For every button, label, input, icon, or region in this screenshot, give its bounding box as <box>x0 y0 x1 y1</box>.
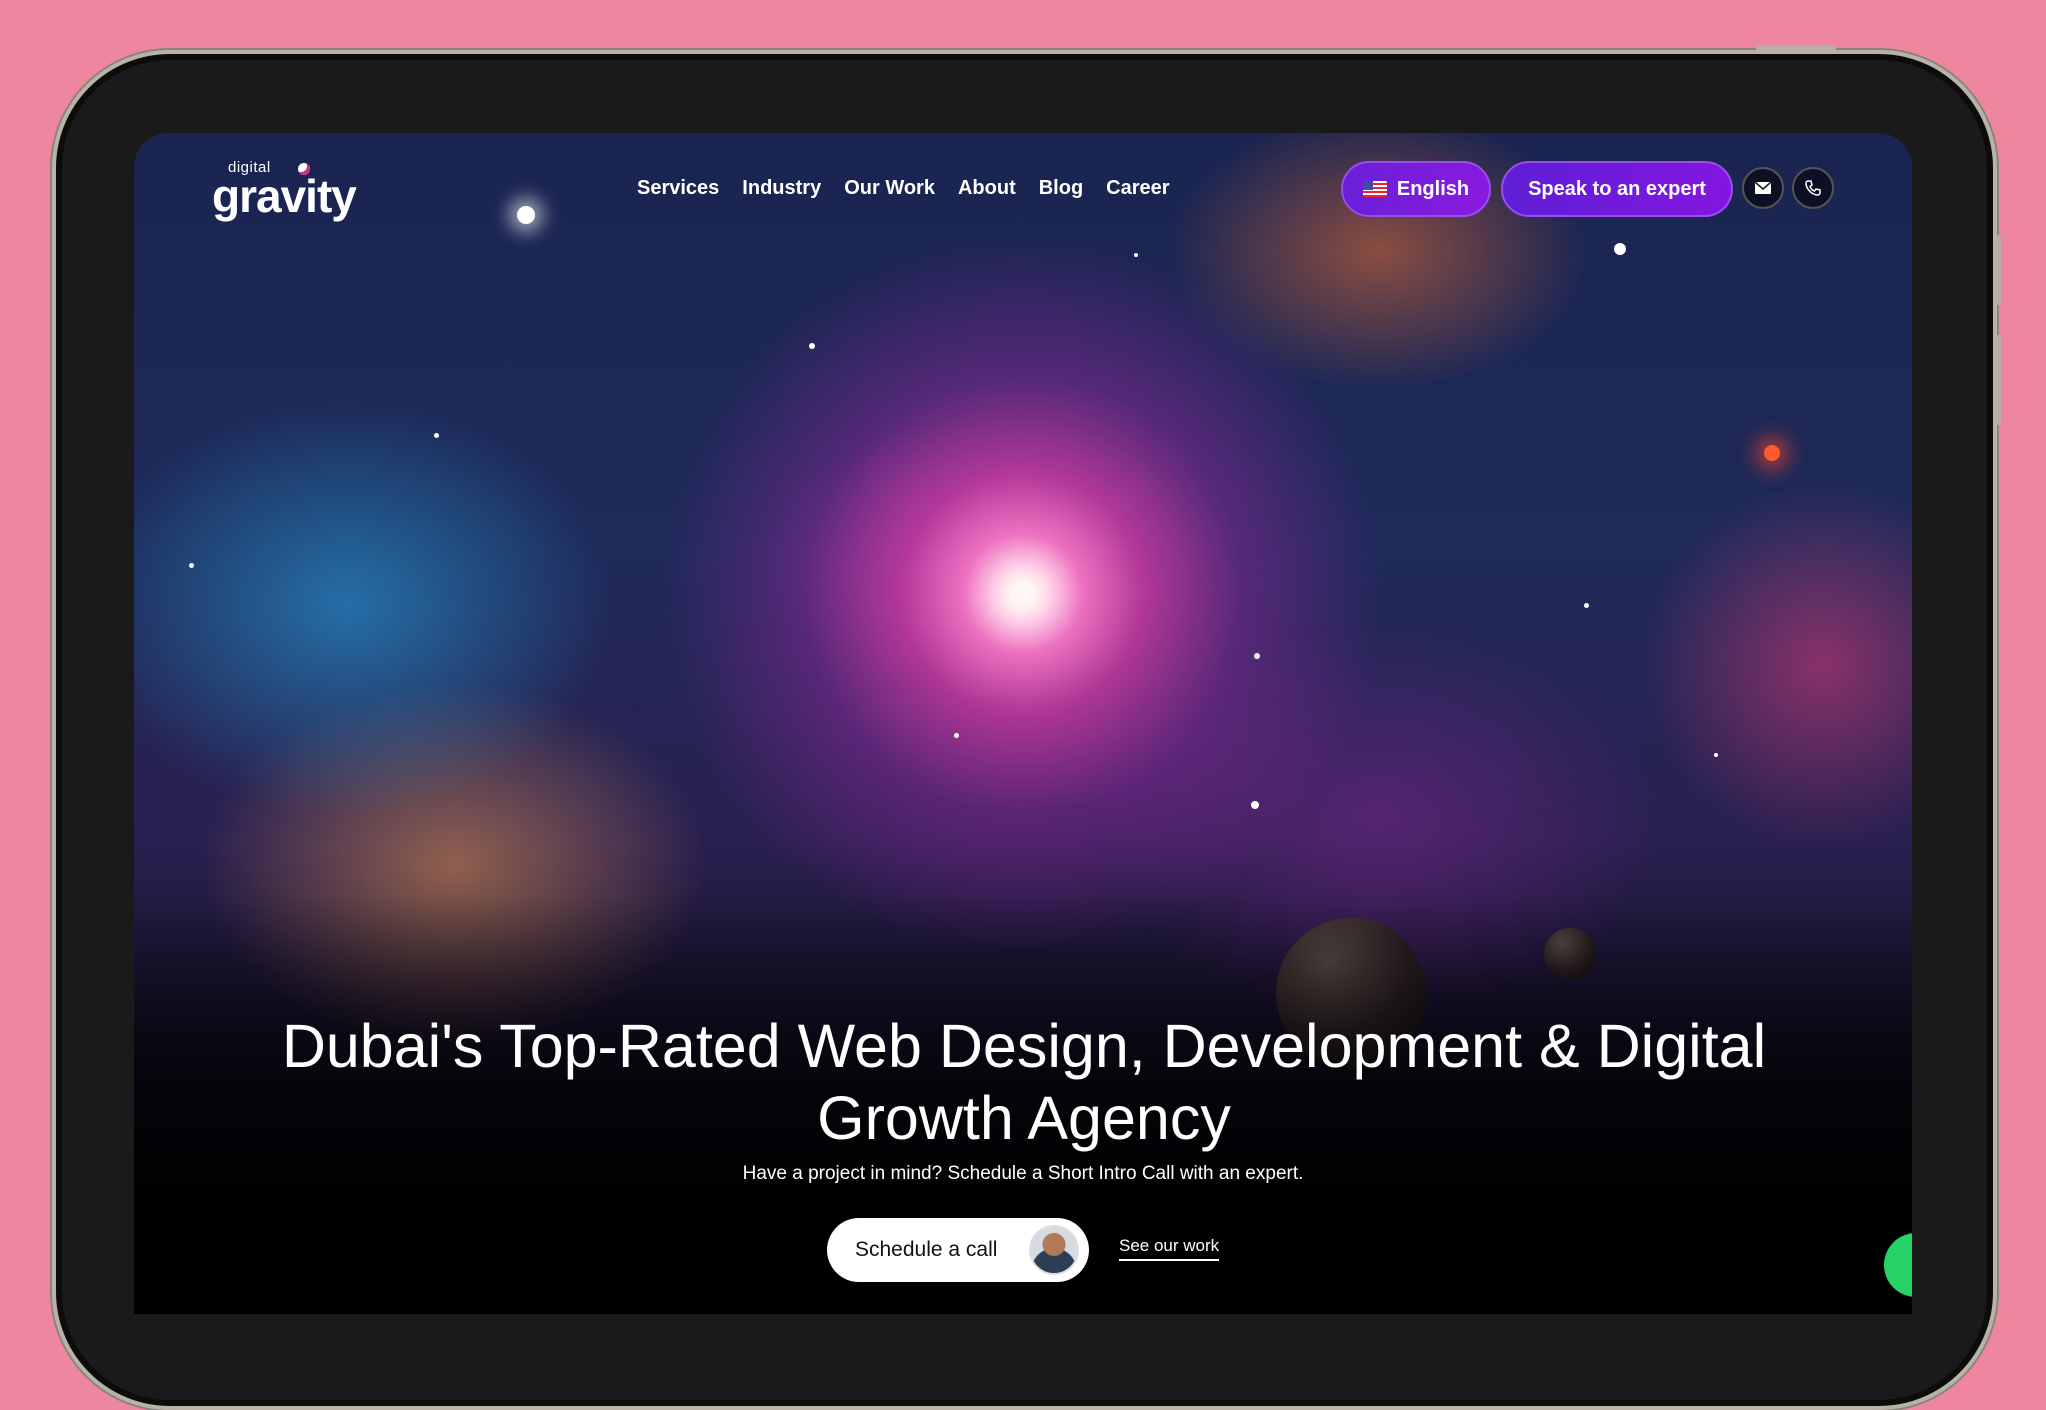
star <box>189 563 194 568</box>
nav-industry[interactable]: Industry <box>742 177 821 200</box>
nav-career[interactable]: Career <box>1106 177 1169 200</box>
star <box>1251 801 1259 809</box>
phone-button[interactable] <box>1792 167 1834 209</box>
speak-to-expert-button[interactable]: Speak to an expert <box>1501 161 1733 217</box>
volume-down-button <box>1995 335 2001 425</box>
star <box>954 733 959 738</box>
language-button[interactable]: English <box>1341 161 1491 217</box>
website-screen: digital gravity Services Industry Our Wo… <box>134 133 1912 1314</box>
avatar <box>1029 1225 1079 1275</box>
nav-blog[interactable]: Blog <box>1039 177 1083 200</box>
top-button <box>1756 45 1836 51</box>
star <box>1584 603 1589 608</box>
email-button[interactable] <box>1742 167 1784 209</box>
phone-icon <box>1805 180 1821 196</box>
logo-planet-icon <box>298 163 310 175</box>
nav-about[interactable]: About <box>958 177 1016 200</box>
hero-title: Dubai's Top-Rated Web Design, Developmen… <box>281 1012 1767 1152</box>
volume-up-button <box>1995 235 2001 305</box>
star <box>1254 653 1260 659</box>
see-our-work-link[interactable]: See our work <box>1119 1236 1220 1261</box>
nav-services[interactable]: Services <box>637 177 719 200</box>
nav-our-work[interactable]: Our Work <box>844 177 935 200</box>
schedule-call-label: Schedule a call <box>855 1238 998 1261</box>
star <box>1714 753 1718 757</box>
language-label: English <box>1396 177 1470 200</box>
schedule-call-button[interactable]: Schedule a call <box>827 1218 1089 1282</box>
star <box>809 343 815 349</box>
star <box>1134 253 1138 257</box>
star <box>1614 243 1626 255</box>
main-nav: Services Industry Our Work About Blog Ca… <box>637 177 1170 200</box>
star <box>434 433 439 438</box>
mail-icon <box>1754 181 1772 194</box>
hero-subtitle: Have a project in mind? Schedule a Short… <box>742 1163 1304 1184</box>
us-flag-icon <box>1362 181 1387 197</box>
logo-main-text: gravity <box>212 170 357 222</box>
star <box>1764 445 1780 461</box>
star <box>517 206 535 224</box>
